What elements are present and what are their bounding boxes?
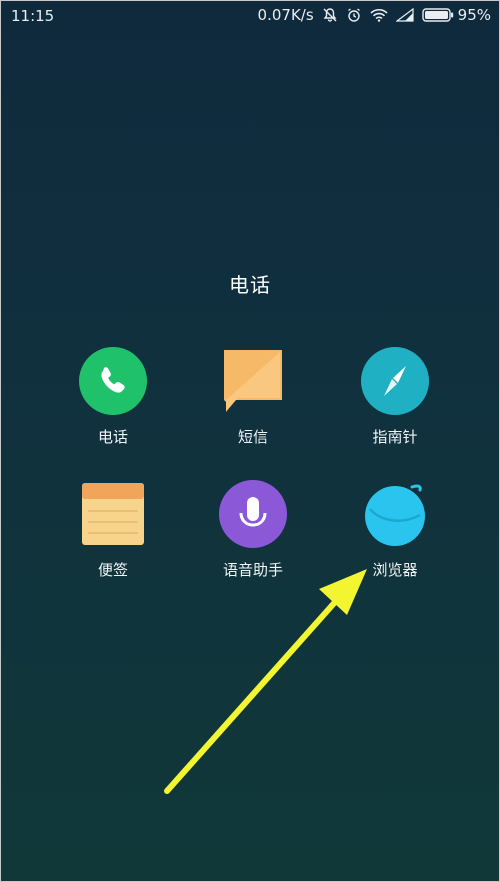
app-compass[interactable]: 指南针 xyxy=(335,346,455,447)
battery-percent: 95% xyxy=(457,6,491,24)
home-screen-folder: 11:15 0.07K/s 95% 电话 电话 短信 指南针 便签 语音助手 浏… xyxy=(0,0,500,882)
status-icons: 0.07K/s 95% xyxy=(258,6,491,24)
app-label: 指南针 xyxy=(372,428,418,446)
app-notes[interactable]: 便签 xyxy=(53,479,173,580)
battery-indicator: 95% xyxy=(421,6,491,24)
app-label: 短信 xyxy=(237,428,268,446)
microphone-icon xyxy=(218,479,288,549)
compass-icon xyxy=(360,346,430,416)
battery-icon xyxy=(421,8,454,22)
status-time: 11:15 xyxy=(11,7,55,25)
wifi-icon xyxy=(370,8,388,22)
app-label: 浏览器 xyxy=(372,561,418,579)
network-speed: 0.07K/s xyxy=(257,6,314,24)
app-label: 语音助手 xyxy=(222,561,283,579)
notes-icon xyxy=(78,479,148,549)
app-voice-assistant[interactable]: 语音助手 xyxy=(193,479,313,580)
folder-title[interactable]: 电话 xyxy=(1,269,499,298)
notification-muted-icon xyxy=(322,7,338,23)
phone-icon xyxy=(78,346,148,416)
signal-icon xyxy=(395,8,414,22)
app-phone[interactable]: 电话 xyxy=(53,346,173,447)
app-label: 电话 xyxy=(97,428,128,446)
browser-icon xyxy=(360,479,430,549)
message-icon xyxy=(218,346,288,416)
status-bar: 11:15 0.07K/s 95% xyxy=(1,1,499,31)
app-messages[interactable]: 短信 xyxy=(193,346,313,447)
app-browser[interactable]: 浏览器 xyxy=(335,479,455,580)
alarm-icon xyxy=(346,7,362,23)
app-label: 便签 xyxy=(97,561,128,579)
